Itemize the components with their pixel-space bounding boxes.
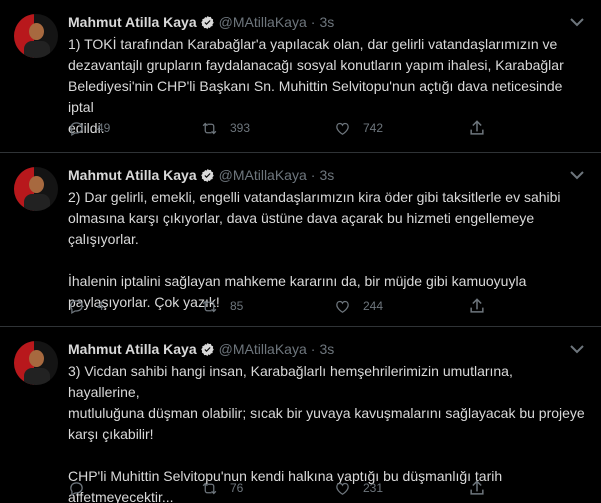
heart-icon <box>336 300 349 313</box>
more-options-icon[interactable] <box>565 163 589 187</box>
like-button[interactable]: 231 <box>334 480 467 497</box>
tweet-header: Mahmut Atilla Kaya @MAtillaKaya · 3s <box>68 339 334 359</box>
user-handle[interactable]: @MAtillaKaya <box>219 341 307 357</box>
more-options-icon[interactable] <box>565 337 589 361</box>
retweet-button[interactable]: 393 <box>201 120 334 137</box>
tweet-header: Mahmut Atilla Kaya @MAtillaKaya · 3s <box>68 12 334 32</box>
tweet-1[interactable]: Mahmut Atilla Kaya @MAtillaKaya · 3s 1) … <box>0 0 601 153</box>
heart-icon <box>336 122 349 135</box>
tweet-2[interactable]: Mahmut Atilla Kaya @MAtillaKaya · 3s 2) … <box>0 153 601 327</box>
retweet-button[interactable]: 85 <box>201 298 334 315</box>
reply-icon <box>70 481 83 496</box>
heart-icon <box>336 482 349 495</box>
like-count: 244 <box>363 299 384 313</box>
retweet-icon <box>202 300 217 312</box>
reply-button[interactable]: 49 <box>68 120 201 137</box>
share-icon[interactable] <box>467 118 487 138</box>
timestamp[interactable]: 3s <box>319 14 334 30</box>
reply-count: 4 <box>97 299 104 313</box>
tweet-thread: Mahmut Atilla Kaya @MAtillaKaya · 3s 1) … <box>0 0 601 503</box>
reply-button[interactable]: 4 <box>68 298 201 315</box>
reply-icon <box>70 299 83 314</box>
share-icon[interactable] <box>467 296 487 316</box>
like-button[interactable]: 244 <box>334 298 467 315</box>
retweet-count: 76 <box>230 481 244 495</box>
like-count: 742 <box>363 121 384 135</box>
tweet-actions: 4 85 244 <box>68 296 528 316</box>
tweet-actions: 49 393 742 <box>68 118 528 138</box>
profile-avatar[interactable] <box>14 341 58 385</box>
retweet-count: 85 <box>230 299 244 313</box>
like-count: 231 <box>363 481 384 495</box>
profile-avatar[interactable] <box>14 167 58 211</box>
tweet-actions: 76 231 <box>68 478 528 498</box>
retweet-icon <box>202 122 217 134</box>
reply-count: 49 <box>97 121 111 135</box>
verified-badge-icon <box>200 168 214 182</box>
verified-badge-icon <box>200 15 214 29</box>
like-button[interactable]: 742 <box>334 120 467 137</box>
timestamp[interactable]: 3s <box>319 167 334 183</box>
tweet-header: Mahmut Atilla Kaya @MAtillaKaya · 3s <box>68 165 334 185</box>
tweet-text: 2) Dar gelirli, emekli, engelli vatandaş… <box>68 189 561 310</box>
retweet-button[interactable]: 76 <box>201 480 334 497</box>
separator-dot: · <box>310 341 316 357</box>
user-handle[interactable]: @MAtillaKaya <box>219 14 307 30</box>
display-name[interactable]: Mahmut Atilla Kaya <box>68 341 197 357</box>
profile-avatar[interactable] <box>14 14 58 58</box>
display-name[interactable]: Mahmut Atilla Kaya <box>68 14 197 30</box>
reply-button[interactable] <box>68 480 201 497</box>
verified-badge-icon <box>200 342 214 356</box>
separator-dot: · <box>310 167 316 183</box>
timestamp[interactable]: 3s <box>319 341 334 357</box>
retweet-count: 393 <box>230 121 251 135</box>
retweet-icon <box>202 482 217 494</box>
tweet-3[interactable]: Mahmut Atilla Kaya @MAtillaKaya · 3s 3) … <box>0 327 601 503</box>
user-handle[interactable]: @MAtillaKaya <box>219 167 307 183</box>
share-icon[interactable] <box>467 478 487 498</box>
reply-icon <box>70 121 83 136</box>
more-options-icon[interactable] <box>565 10 589 34</box>
separator-dot: · <box>310 14 316 30</box>
display-name[interactable]: Mahmut Atilla Kaya <box>68 167 197 183</box>
